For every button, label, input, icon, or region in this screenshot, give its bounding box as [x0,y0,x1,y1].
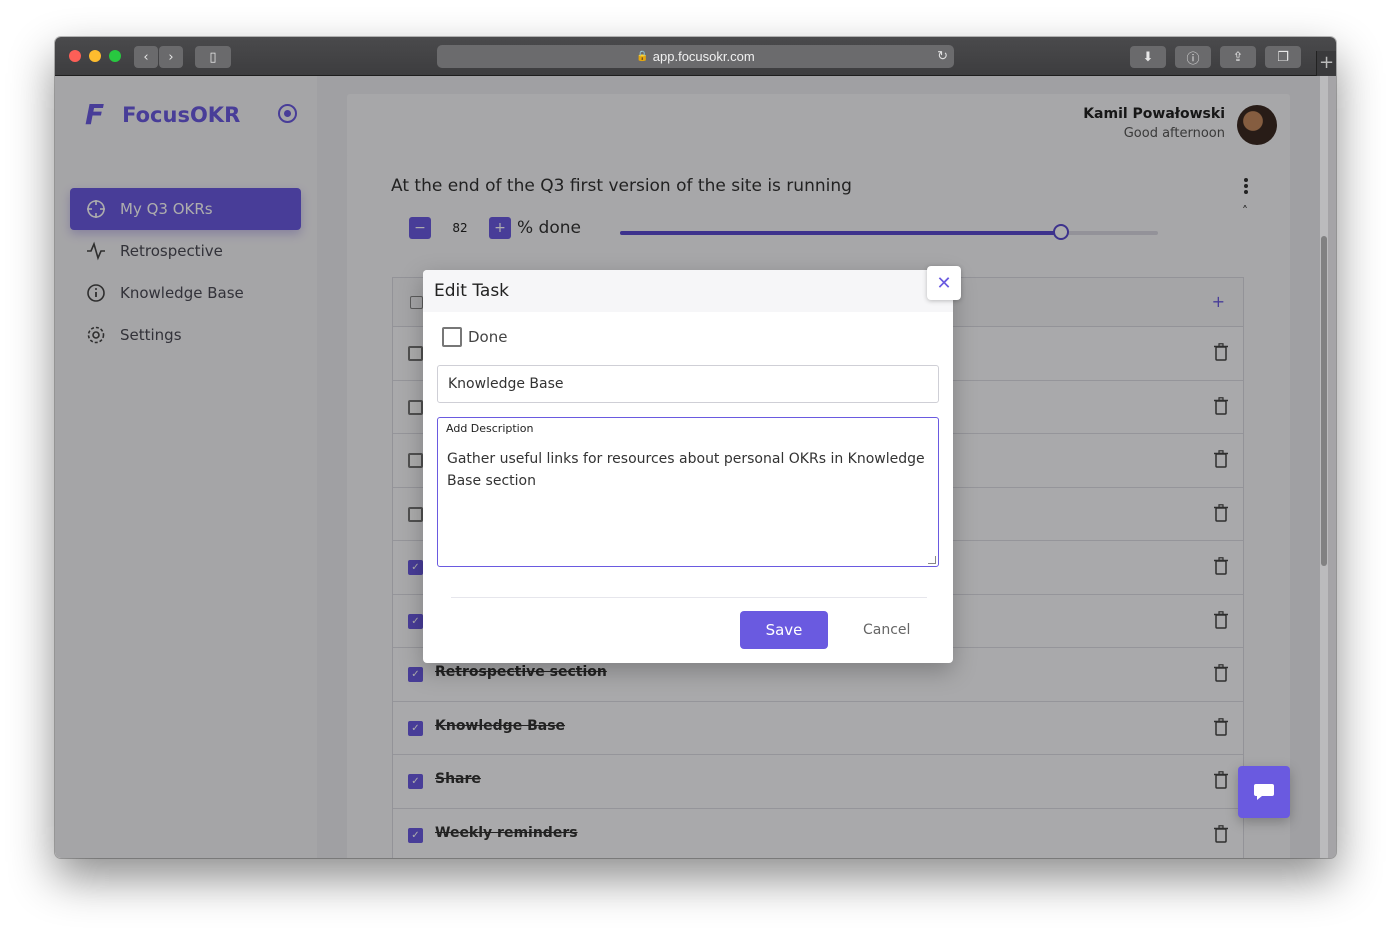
share-icon[interactable]: ⇪ [1220,46,1256,68]
address-bar[interactable]: 🔒 app.focusokr.com ↻ [437,45,954,68]
browser-toolbar: ‹ › ▯ 🔒 app.focusokr.com ↻ ⬇ ⓘ ⇪ ❐ + [55,37,1336,76]
download-icon[interactable]: ⬇ [1130,46,1166,68]
description-text[interactable]: Gather useful links for resources about … [447,448,931,492]
forward-icon[interactable]: › [159,46,183,68]
password-manager-icon[interactable]: ⓘ [1175,46,1211,68]
lock-icon: 🔒 [636,51,649,62]
chat-button[interactable] [1238,766,1290,818]
done-label: Done [468,328,508,346]
chat-icon [1254,784,1274,800]
tabs-overview-icon[interactable]: ❐ [1265,46,1301,68]
modal-divider [451,597,927,598]
close-icon: ✕ [936,272,952,294]
browser-window: ‹ › ▯ 🔒 app.focusokr.com ↻ ⬇ ⓘ ⇪ ❐ + F F… [55,37,1336,858]
description-label: Add Description [446,422,534,435]
task-name-input[interactable]: Knowledge Base [437,365,939,403]
close-modal-button[interactable]: ✕ [927,266,961,300]
cancel-button[interactable]: Cancel [863,622,910,638]
modal-title: Edit Task [434,281,510,301]
url-text: app.focusokr.com [652,49,755,64]
reload-icon[interactable]: ↻ [937,48,948,64]
done-checkbox[interactable] [442,327,462,347]
page-viewport: F FocusOKR My Q3 OKRs Retrospective Know… [55,76,1336,858]
new-tab-icon[interactable]: + [1316,51,1336,76]
back-icon[interactable]: ‹ [134,46,158,68]
close-window-button[interactable] [69,50,81,62]
save-button[interactable]: Save [740,611,828,649]
zoom-window-button[interactable] [109,50,121,62]
resize-handle-icon[interactable] [928,556,936,564]
sidebar-toggle-icon[interactable]: ▯ [195,46,231,68]
description-textarea[interactable]: Add Description Gather useful links for … [437,417,939,567]
edit-task-modal: Edit Task ✕ Done Knowledge Base Add Desc… [423,266,961,663]
minimize-window-button[interactable] [89,50,101,62]
scrollbar-thumb[interactable] [1321,236,1327,566]
done-checkbox-row[interactable]: Done [442,327,507,347]
